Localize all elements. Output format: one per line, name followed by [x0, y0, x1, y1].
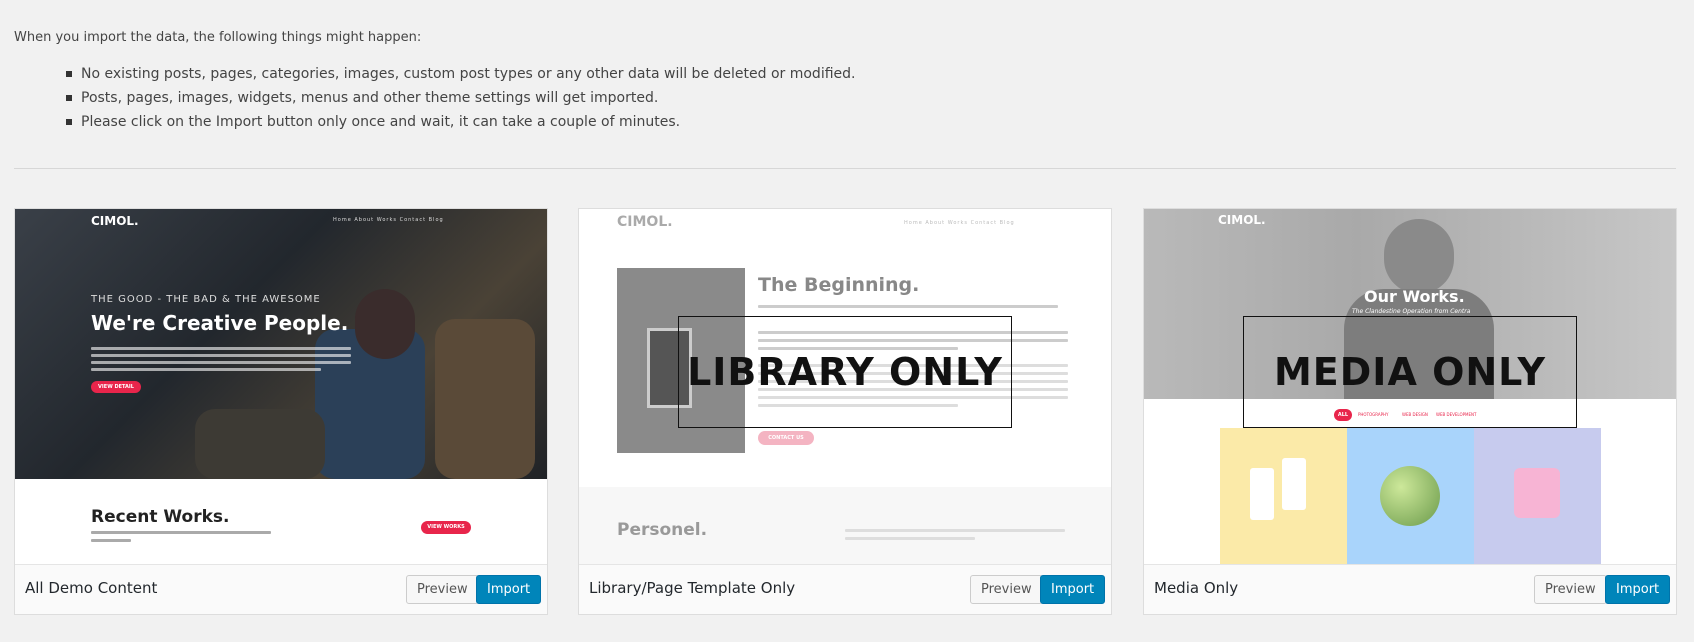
preview-button[interactable]: Preview — [406, 575, 479, 604]
beginning-heading: The Beginning. — [758, 274, 920, 296]
tag-card — [1282, 458, 1306, 510]
ball-icon — [1380, 466, 1440, 526]
divider — [14, 168, 1676, 169]
hero-image — [15, 209, 547, 479]
hero-heading: We're Creative People. — [91, 311, 349, 335]
note-item: No existing posts, pages, categories, im… — [66, 62, 855, 86]
section-text-line — [91, 539, 131, 542]
hero-tagline: THE GOOD - THE BAD & THE AWESOME — [91, 294, 321, 305]
our-works-heading: Our Works. — [1364, 287, 1465, 306]
recent-works-heading: Recent Works. — [91, 507, 230, 527]
card-title: Library/Page Template Only — [589, 579, 796, 597]
hero-text-line — [91, 354, 351, 357]
site-logo: CIMOL. — [1218, 213, 1266, 227]
import-button[interactable]: Import — [1605, 575, 1671, 604]
notes-list: No existing posts, pages, categories, im… — [66, 62, 855, 134]
tshirt-icon — [1514, 468, 1560, 518]
tag-card — [1250, 468, 1274, 520]
demo-screenshot: CIMOL. Our Works. The Clandestine Operat… — [1144, 209, 1676, 564]
site-logo: CIMOL. — [91, 214, 139, 228]
note-item: Posts, pages, images, widgets, menus and… — [66, 86, 855, 110]
card-title: Media Only — [1154, 579, 1239, 597]
contact-us-button: CONTACT US — [758, 431, 814, 445]
import-button[interactable]: Import — [476, 575, 542, 604]
card-title: All Demo Content — [25, 579, 158, 597]
demo-screenshot: CIMOL. Home About Works Contact Blog The… — [579, 209, 1111, 564]
library-only-badge: LIBRARY ONLY — [678, 316, 1012, 428]
text-line — [845, 529, 1065, 532]
note-item: Please click on the Import button only o… — [66, 110, 855, 134]
site-logo: CIMOL. — [617, 214, 673, 230]
preview-button[interactable]: Preview — [1534, 575, 1607, 604]
demo-card-all: CIMOL. Home About Works Contact Blog THE… — [14, 208, 548, 615]
bus-seat — [435, 319, 535, 479]
preview-button[interactable]: Preview — [970, 575, 1043, 604]
card-footer: Library/Page Template Only Preview Impor… — [579, 564, 1111, 614]
hero-text-line — [91, 361, 351, 364]
import-button[interactable]: Import — [1040, 575, 1106, 604]
card-footer: Media Only Preview Import — [1144, 564, 1676, 614]
demo-card-library: CIMOL. Home About Works Contact Blog The… — [578, 208, 1112, 615]
media-tile-shirt — [1474, 428, 1601, 564]
hero-text-line — [91, 368, 321, 371]
card-footer: All Demo Content Preview Import — [15, 564, 547, 614]
media-only-badge: MEDIA ONLY — [1243, 316, 1577, 428]
works-subheading: The Clandestine Operation from Centra — [1352, 308, 1471, 315]
media-tile-ball — [1347, 428, 1474, 564]
person-head — [355, 289, 415, 359]
view-detail-button: VIEW DETAIL — [91, 381, 141, 393]
section-text-line — [91, 531, 271, 534]
demo-card-media: CIMOL. Our Works. The Clandestine Operat… — [1143, 208, 1677, 615]
text-line — [845, 537, 975, 540]
media-tile-tags — [1220, 428, 1347, 564]
site-nav: Home About Works Contact Blog — [333, 217, 444, 223]
site-nav: Home About Works Contact Blog — [904, 220, 1015, 226]
person-head — [1384, 219, 1454, 294]
personel-heading: Personel. — [617, 520, 708, 540]
view-works-button: VIEW WORKS — [421, 521, 471, 534]
hero-text-line — [91, 347, 351, 350]
demo-screenshot: CIMOL. Home About Works Contact Blog THE… — [15, 209, 547, 564]
intro-text: When you import the data, the following … — [14, 30, 422, 45]
bus-seat — [195, 409, 325, 479]
text-line — [758, 305, 1058, 308]
